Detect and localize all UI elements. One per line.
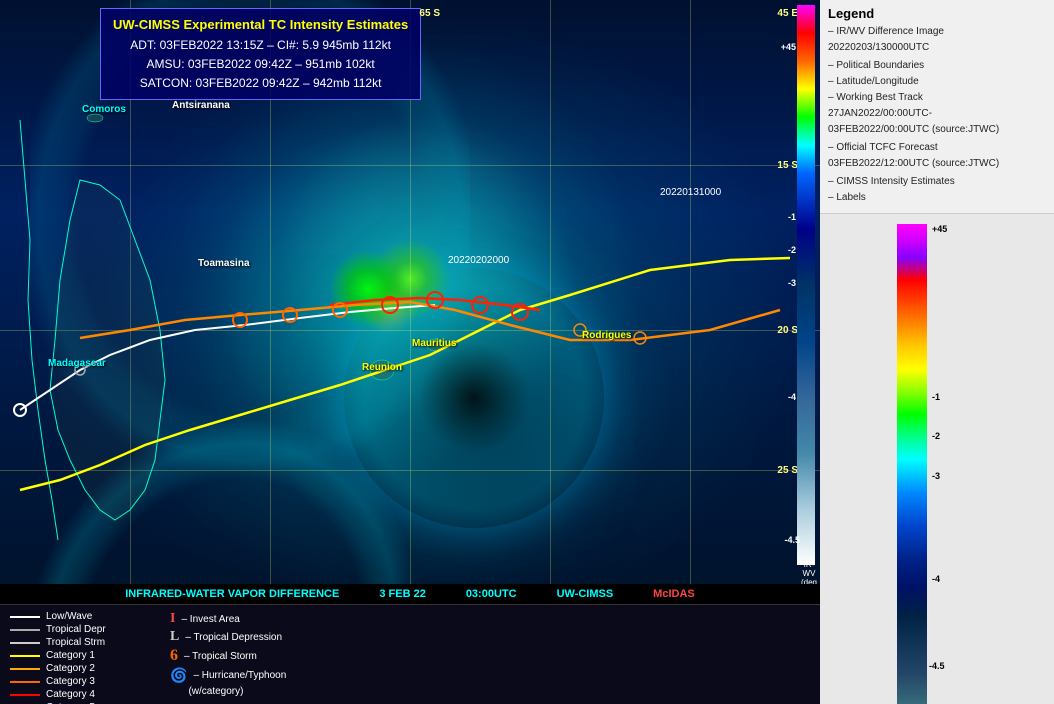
- legend-label-low: Low/Wave: [46, 611, 92, 622]
- legend-cat3: Category 3: [10, 676, 150, 687]
- comoros-label: Comoros: [82, 104, 126, 115]
- rp-scale-1: -1: [932, 392, 940, 402]
- legend-line-lightgrey: [10, 642, 40, 644]
- legend-line-white: [10, 616, 40, 618]
- status-bar: INFRARED-WATER VAPOR DIFFERENCE 3 FEB 22…: [0, 584, 820, 604]
- symbol-legend: I – Invest Area L – Tropical Depression …: [170, 611, 370, 697]
- satcon-line: SATCON: 03FEB2022 09:42Z – 942mb 112kt: [113, 74, 408, 93]
- legend-label-strm: Tropical Strm: [46, 637, 105, 648]
- rodrigues-label: Rodrigues: [582, 330, 631, 341]
- scale-label-3: -3: [788, 278, 796, 288]
- depression-label: – Tropical Depression: [185, 632, 282, 643]
- symbol-tropical-depression: L – Tropical Depression: [170, 629, 370, 645]
- main-container: 20220202000 20220131000 UW-CIMSS Experim…: [0, 0, 1054, 704]
- antsiranana-label: Antsiranana: [172, 100, 230, 111]
- rp-scale-2: -2: [932, 431, 940, 441]
- scale-label-45-neg: -4.5: [784, 535, 800, 545]
- adt-line: ADT: 03FEB2022 13:15Z – CI#: 5.9 945mb 1…: [113, 36, 408, 55]
- reunion-label: Reunion: [362, 362, 402, 373]
- legend-datetime: 20220203/130000UTC: [828, 41, 1046, 55]
- legend-cat4: Category 4: [10, 689, 150, 700]
- legend-title: Legend: [828, 6, 1046, 21]
- symbol-hurricane-sub: 🌀 (w/category): [170, 686, 370, 697]
- lat-label-45e: 45 E: [777, 8, 798, 19]
- rp-scale-3: -3: [932, 471, 940, 481]
- legend-line-grey: [10, 629, 40, 631]
- hurricane-sub-label: (w/category): [188, 686, 243, 697]
- rp-scale-45-neg: -4.5: [929, 661, 945, 671]
- convection-area: [312, 239, 452, 339]
- madagascar-label: Madagascar: [48, 358, 106, 369]
- legend-cat1: Category 1: [10, 650, 150, 661]
- legend-labels: – Labels: [828, 191, 1046, 205]
- legend-label-cat4: Category 4: [46, 689, 95, 700]
- depression-symbol: L: [170, 629, 179, 645]
- legend-tropical-strm: Tropical Strm: [10, 637, 150, 648]
- source-label: UW-CIMSS: [557, 588, 614, 600]
- spacer: 🌀: [170, 686, 182, 697]
- invest-label: – Invest Area: [181, 614, 239, 625]
- right-panel: Legend – IR/WV Difference Image 20220203…: [820, 0, 1054, 704]
- legend-track-date2: 03FEB2022/00:00UTC (source:JTWC): [828, 123, 1046, 137]
- map-area: 20220202000 20220131000 UW-CIMSS Experim…: [0, 0, 820, 704]
- symbol-hurricane: 🌀 – Hurricane/Typhoon: [170, 667, 370, 684]
- legend-forecast: – Official TCFC Forecast: [828, 141, 1046, 155]
- legend-cat2: Category 2: [10, 663, 150, 674]
- scale-label-1: -1: [788, 212, 796, 222]
- time-label: 03:00UTC: [466, 588, 517, 600]
- legend-intensity: – CIMSS Intensity Estimates: [828, 175, 1046, 189]
- legend-line-red: [10, 694, 40, 696]
- lat-label-15s: 15 S: [777, 160, 798, 171]
- legend-label-depr: Tropical Depr: [46, 624, 106, 635]
- rp-scale-4: -4: [932, 574, 940, 584]
- legend-best-track: – Working Best Track: [828, 91, 1046, 105]
- lat-label-25s: 25 S: [777, 465, 798, 476]
- legend-tropical-depr: Tropical Depr: [10, 624, 150, 635]
- scale-label-4: -4: [788, 392, 796, 402]
- legend-low-wave: Low/Wave: [10, 611, 150, 622]
- color-scale-container: +45 -1 -2 -3 -4 -4.5 IR-WV(deg C): [837, 224, 1037, 704]
- scale-label-45: +45: [781, 42, 796, 52]
- legend-boundaries: – Political Boundaries: [828, 59, 1046, 73]
- date-label: 3 FEB 22: [379, 588, 425, 600]
- legend-track-date1: 27JAN2022/00:00UTC-: [828, 107, 1046, 121]
- lat-label-20s: 20 S: [777, 325, 798, 336]
- legend-line-yellow: [10, 655, 40, 657]
- hurricane-label: – Hurricane/Typhoon: [193, 670, 286, 681]
- scale-label-2: -2: [788, 245, 796, 255]
- symbol-invest: I – Invest Area: [170, 611, 370, 627]
- mauritius-label: Mauritius: [412, 338, 456, 349]
- legend-label-cat1: Category 1: [46, 650, 95, 661]
- legend-latlon: – Latitude/Longitude: [828, 75, 1046, 89]
- legend-ir-image: – IR/WV Difference Image: [828, 25, 1046, 39]
- legend-forecast-date: 03FEB2022/12:00UTC (source:JTWC): [828, 157, 1046, 171]
- amsu-line: AMSU: 03FEB2022 09:42Z – 951mb 102kt: [113, 55, 408, 74]
- legend-label-cat2: Category 2: [46, 663, 95, 674]
- hurricane-symbol: 🌀: [170, 667, 187, 684]
- storm-symbol: 6: [170, 647, 178, 665]
- invest-symbol: I: [170, 611, 175, 627]
- color-gradient-bar: [897, 224, 927, 704]
- track-color-legend: Low/Wave Tropical Depr Tropical Strm Cat…: [10, 611, 150, 704]
- symbol-tropical-storm: 6 – Tropical Storm: [170, 647, 370, 665]
- product-label: INFRARED-WATER VAPOR DIFFERENCE: [125, 588, 339, 600]
- legend-line-orange-light: [10, 668, 40, 670]
- software-label: McIDAS: [653, 588, 695, 600]
- lat-label-65s: 65 S: [419, 8, 440, 19]
- info-box: UW-CIMSS Experimental TC Intensity Estim…: [100, 8, 421, 100]
- rp-scale-45: +45: [932, 224, 947, 234]
- toamasina-label: Toamasina: [198, 258, 250, 269]
- legend-label-cat3: Category 3: [46, 676, 95, 687]
- legend-line-orange: [10, 681, 40, 683]
- legend-bottom: Low/Wave Tropical Depr Tropical Strm Cat…: [0, 604, 820, 704]
- storm-label: – Tropical Storm: [184, 651, 257, 662]
- info-title: UW-CIMSS Experimental TC Intensity Estim…: [113, 15, 408, 36]
- ir-color-scale: [797, 5, 815, 565]
- legend-panel: Legend – IR/WV Difference Image 20220203…: [820, 0, 1054, 214]
